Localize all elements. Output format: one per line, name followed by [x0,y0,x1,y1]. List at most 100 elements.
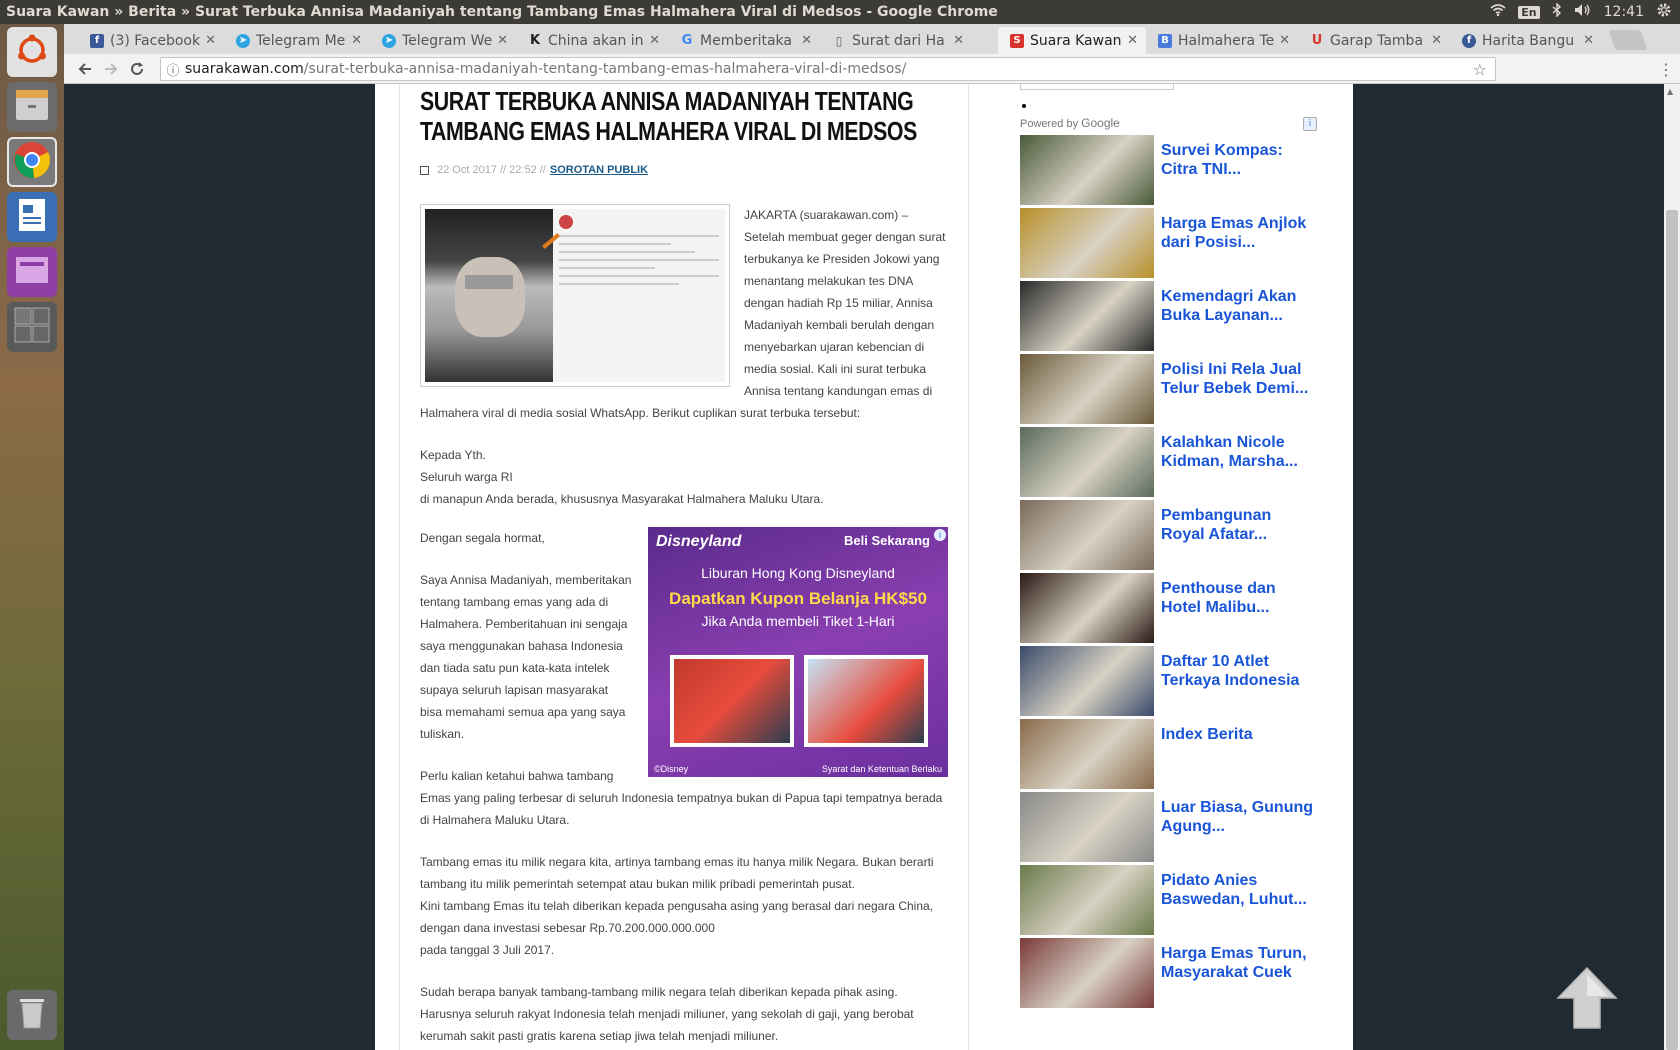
scroll-up-arrow-icon[interactable]: ▲ [1667,87,1673,96]
chrome-menu-icon[interactable]: ⋮ [1658,60,1674,79]
paragraph-3a: Tambang emas itu milik negara kita, arti… [420,855,934,891]
trash-launcher-item[interactable] [7,990,57,1040]
related-article-thumbnail[interactable] [1020,938,1154,1008]
vertical-scrollbar[interactable]: ▲ [1664,84,1680,1050]
related-article-item[interactable]: Survei Kompas: Citra TNI... [1020,135,1320,205]
close-tab-icon[interactable]: ✕ [497,33,508,48]
adchoices-icon[interactable]: i [1303,117,1317,131]
related-article-item[interactable]: Harga Emas Turun, Masyarakat Cuek [1020,938,1320,1008]
close-tab-icon[interactable]: ✕ [1583,33,1594,48]
related-article-thumbnail[interactable] [1020,281,1154,351]
related-article-title[interactable]: Penthouse dan Hotel Malibu... [1161,579,1319,617]
impress-launcher-item[interactable] [7,247,57,297]
related-article-item[interactable]: Pembangunan Royal Afatar... [1020,500,1320,570]
settings-gear-icon[interactable] [1656,2,1672,22]
ad-info-icon[interactable]: i [934,529,946,541]
url-path: /surat-terbuka-annisa-madaniyah-tentang-… [303,61,907,77]
tab-garap[interactable]: U Garap Tamba ✕ [1298,27,1450,54]
forward-button[interactable] [98,57,124,81]
related-article-thumbnail[interactable] [1020,427,1154,497]
bookmark-star-icon[interactable]: ☆ [1473,60,1495,79]
related-article-thumbnail[interactable] [1020,208,1154,278]
related-article-thumbnail[interactable] [1020,135,1154,205]
related-article-thumbnail[interactable] [1020,573,1154,643]
tab-china[interactable]: K China akan in ✕ [516,27,668,54]
dash-home-button[interactable] [7,27,57,77]
related-article-title[interactable]: Survei Kompas: Citra TNI... [1161,141,1319,179]
tab-label: Suara Kawan [1030,32,1122,49]
volume-icon[interactable] [1574,3,1592,21]
back-to-top-button[interactable] [1556,966,1618,1032]
page-viewport: Surat Terbuka Annisa Madaniyah Tentang T… [64,84,1680,1050]
related-article-item[interactable]: Index Berita [1020,719,1320,789]
keyboard-layout-indicator[interactable]: En [1518,5,1540,19]
unity-launcher [0,24,64,1050]
address-bar[interactable]: ⓘ suarakawan.com /surat-terbuka-annisa-m… [160,57,1496,81]
presentation-icon [14,255,50,289]
tab-suara-kawan[interactable]: S Suara Kawan ✕ [998,27,1146,54]
close-tab-icon[interactable]: ✕ [1279,33,1290,48]
related-article-title[interactable]: Kalahkan Nicole Kidman, Marsha... [1161,433,1319,471]
related-article-thumbnail[interactable] [1020,865,1154,935]
disneyland-advertisement[interactable]: Disneyland Beli Sekarang i Liburan Hong … [648,527,948,777]
tab-surat[interactable]: ▯ Surat dari Ha ✕ [820,27,972,54]
related-article-title[interactable]: Pembangunan Royal Afatar... [1161,506,1319,544]
files-launcher-item[interactable] [7,82,57,132]
ad-cta-button[interactable]: Beli Sekarang [844,533,930,548]
paragraph-3b: Kini tambang Emas itu telah diberikan ke… [420,899,934,935]
related-article-item[interactable]: Kemendagri Akan Buka Layanan... [1020,281,1320,351]
related-article-title[interactable]: Kemendagri Akan Buka Layanan... [1161,287,1319,325]
related-article-title[interactable]: Luar Biasa, Gunung Agung... [1161,798,1319,836]
wifi-icon[interactable] [1490,4,1506,20]
related-article-title[interactable]: Daftar 10 Atlet Terkaya Indonesia [1161,652,1319,690]
related-article-item[interactable]: Polisi Ini Rela Jual Telur Bebek Demi... [1020,354,1320,424]
related-article-thumbnail[interactable] [1020,646,1154,716]
clock[interactable]: 12:41 [1604,4,1644,20]
related-article-title[interactable]: Harga Emas Anjlok dari Posisi... [1161,214,1319,252]
ad-photo-1 [670,655,794,747]
close-tab-icon[interactable]: ✕ [801,33,812,48]
related-article-title[interactable]: Index Berita [1161,725,1319,744]
chrome-launcher-item[interactable] [7,137,57,187]
workspace-switcher-item[interactable] [7,302,57,352]
related-article-item[interactable]: Luar Biasa, Gunung Agung... [1020,792,1320,862]
tab-telegram-1[interactable]: ➤ Telegram Me ✕ [224,27,370,54]
tab-telegram-2[interactable]: ➤ Telegram We ✕ [370,27,516,54]
window-title: Suara Kawan » Berita » Surat Terbuka Ann… [6,4,998,20]
new-tab-button[interactable] [1608,30,1648,50]
greeting-line-2: Seluruh warga RI [420,470,513,484]
greeting-line-1: Kepada Yth. [420,448,486,462]
tab-harita[interactable]: f Harita Bangu ✕ [1450,27,1602,54]
writer-launcher-item[interactable] [7,192,57,242]
tab-google[interactable]: G Memberitaka ✕ [668,27,820,54]
category-link[interactable]: SOROTAN PUBLIK [550,164,648,176]
related-article-title[interactable]: Pidato Anies Baswedan, Luhut... [1161,871,1319,909]
back-button[interactable] [72,57,98,81]
related-article-item[interactable]: Daftar 10 Atlet Terkaya Indonesia [1020,646,1320,716]
tab-halmahera[interactable]: B Halmahera Te ✕ [1146,27,1298,54]
close-tab-icon[interactable]: ✕ [205,33,216,48]
google-search-widget[interactable] [1020,84,1174,90]
related-article-thumbnail[interactable] [1020,354,1154,424]
close-tab-icon[interactable]: ✕ [351,33,362,48]
related-article-item[interactable]: Penthouse dan Hotel Malibu... [1020,573,1320,643]
close-tab-icon[interactable]: ✕ [1431,33,1442,48]
close-tab-icon[interactable]: ✕ [953,33,964,48]
reload-button[interactable] [124,57,150,81]
site-info-icon[interactable]: ⓘ [161,60,185,79]
related-article-thumbnail[interactable] [1020,500,1154,570]
u-site-icon: U [1311,33,1323,48]
related-article-item[interactable]: Pidato Anies Baswedan, Luhut... [1020,865,1320,935]
related-article-title[interactable]: Harga Emas Turun, Masyarakat Cuek [1161,944,1319,982]
related-article-thumbnail[interactable] [1020,792,1154,862]
close-tab-icon[interactable]: ✕ [649,33,660,48]
related-article-thumbnail[interactable] [1020,719,1154,789]
related-article-item[interactable]: Harga Emas Anjlok dari Posisi... [1020,208,1320,278]
close-tab-icon[interactable]: ✕ [1127,33,1138,48]
tab-facebook[interactable]: f (3) Facebook ✕ [78,27,224,54]
related-article-title[interactable]: Polisi Ini Rela Jual Telur Bebek Demi... [1161,360,1319,398]
related-article-item[interactable]: Kalahkan Nicole Kidman, Marsha... [1020,427,1320,497]
scrollbar-thumb[interactable] [1666,210,1678,1050]
telegram-icon: ➤ [236,33,250,48]
bluetooth-icon[interactable] [1552,2,1562,21]
